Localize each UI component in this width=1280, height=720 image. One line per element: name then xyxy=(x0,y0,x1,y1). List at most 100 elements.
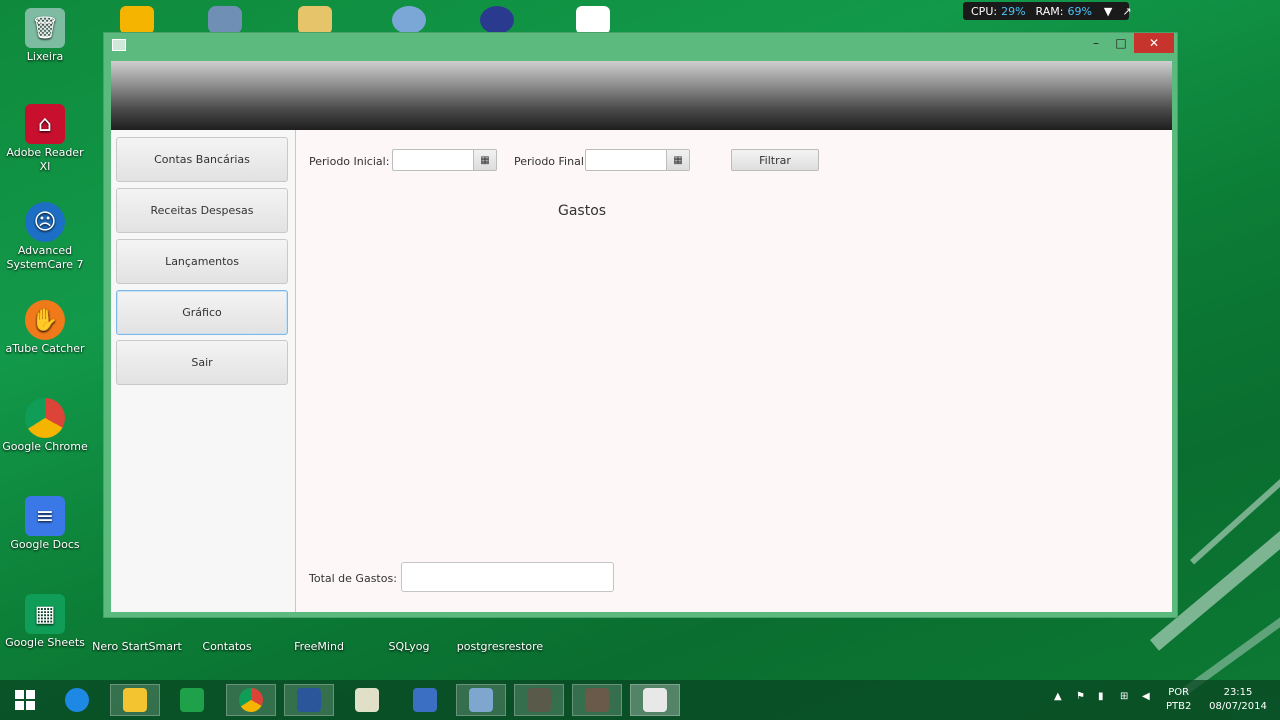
clock[interactable]: 23:15 08/07/2014 xyxy=(1206,686,1270,714)
hand-icon: ✋ xyxy=(25,300,65,340)
desktop-icon-label: Google Chrome xyxy=(2,440,88,453)
start-date-input[interactable] xyxy=(393,150,475,170)
taskbar-ie[interactable] xyxy=(52,684,102,716)
calendar-icon[interactable]: ▦ xyxy=(666,150,689,170)
sidebar-item-contas-bancarias[interactable]: Contas Bancárias xyxy=(116,137,288,182)
filter-button[interactable]: Filtrar xyxy=(731,149,819,171)
calendar-icon[interactable]: ▦ xyxy=(473,150,496,170)
folder-icon[interactable] xyxy=(120,6,154,34)
end-date-picker[interactable]: ▦ xyxy=(585,149,690,171)
sidebar-item-grafico[interactable]: Gráfico xyxy=(116,290,288,335)
desktop-icon-label: aTube Catcher xyxy=(5,342,85,355)
power-icon[interactable] xyxy=(480,6,514,34)
language-indicator[interactable]: POR PTB2 xyxy=(1166,686,1191,714)
end-date-label: Periodo Final: xyxy=(514,155,588,168)
desktop-icon-postgresrestore[interactable]: postgresrestore xyxy=(455,640,545,654)
pdf-icon: ⌂ xyxy=(25,104,65,144)
minimize-button[interactable]: – xyxy=(1082,33,1110,53)
notepad-icon xyxy=(355,688,379,712)
file-explorer-icon xyxy=(123,688,147,712)
desktop-icon-advanced-systemcare[interactable]: ☹ Advanced SystemCare 7 xyxy=(0,202,90,272)
java-icon xyxy=(643,688,667,712)
end-date-input[interactable] xyxy=(586,150,668,170)
desktop-icon-label: Adobe Reader XI xyxy=(6,146,84,173)
desktop-icon-label: SQLyog xyxy=(388,640,430,653)
keyboard-layout: PTB2 xyxy=(1166,701,1192,712)
chart-area xyxy=(309,230,1159,550)
desktop-icon-contatos[interactable]: Contatos xyxy=(182,640,272,654)
taskbar-word[interactable] xyxy=(284,684,334,716)
start-date-picker[interactable]: ▦ xyxy=(392,149,497,171)
desktop-icon-label: Google Docs xyxy=(10,538,80,551)
app-window: – □ ✕ Contas Bancárias Receitas Despesas… xyxy=(103,32,1178,618)
start-button[interactable] xyxy=(0,684,50,716)
network-icon[interactable]: ⊞ xyxy=(1120,690,1128,704)
desktop-icon-google-chrome[interactable]: Google Chrome xyxy=(0,398,90,454)
chrome-icon xyxy=(239,688,263,712)
cpu-label: CPU: xyxy=(971,4,998,18)
media-icon[interactable] xyxy=(298,6,332,34)
taskbar-chrome[interactable] xyxy=(226,684,276,716)
battery-icon[interactable]: ▮ xyxy=(1098,690,1104,704)
dropdown-icon[interactable]: ▼ xyxy=(1104,5,1112,18)
ram-value: 69% xyxy=(1067,4,1092,18)
sidebar-item-lancamentos[interactable]: Lançamentos xyxy=(116,239,288,284)
language-code: POR xyxy=(1168,687,1190,698)
header-banner xyxy=(111,61,1172,130)
taskbar-virtualbox[interactable] xyxy=(456,684,506,716)
sheets-icon: ▦ xyxy=(25,594,65,634)
cpu-ram-meter: CPU: 29% RAM: 69% ▼ ↗ xyxy=(963,2,1132,20)
file-icon[interactable] xyxy=(576,6,610,34)
total-gastos-field[interactable] xyxy=(401,562,614,592)
taskbar-java[interactable] xyxy=(630,684,680,716)
windows-logo-icon xyxy=(15,690,35,710)
taskbar: ▲ ⚑ ▮ ⊞ ◀ POR PTB2 23:15 08/07/2014 xyxy=(0,680,1280,720)
virtualbox-icon xyxy=(469,688,493,712)
taskbar-app1[interactable] xyxy=(514,684,564,716)
sidebar-item-sair[interactable]: Sair xyxy=(116,340,288,385)
desktop-icon-label: postgresrestore xyxy=(456,640,544,653)
taskbar-store[interactable] xyxy=(167,684,217,716)
close-button[interactable]: ✕ xyxy=(1134,33,1174,53)
desktop-icon-label: Google Sheets xyxy=(5,636,85,649)
expand-icon[interactable]: ↗ xyxy=(1122,5,1131,18)
flag-icon[interactable]: ⚑ xyxy=(1076,690,1085,704)
chrome-icon xyxy=(25,398,65,438)
clock-time: 23:15 xyxy=(1223,687,1253,698)
show-hidden-icons[interactable]: ▲ xyxy=(1054,690,1062,704)
github-icon[interactable] xyxy=(392,6,426,34)
desktop-icon-nero[interactable]: Nero StartSmart xyxy=(92,640,182,654)
desktop-icon-label: FreeMind xyxy=(294,640,344,653)
desktop-icon-label: Nero StartSmart xyxy=(92,640,182,653)
volume-icon[interactable]: ◀ xyxy=(1142,690,1150,704)
title-bar[interactable]: – □ ✕ xyxy=(104,33,1177,55)
taskbar-explorer[interactable] xyxy=(110,684,160,716)
desktop-icon-label: Advanced SystemCare 7 xyxy=(6,244,84,271)
desktop-icon-sqlyog[interactable]: SQLyog xyxy=(364,640,454,654)
desktop-icon-lixeira[interactable]: 🗑 Lixeira xyxy=(0,8,90,64)
clock-date: 08/07/2014 xyxy=(1209,701,1267,712)
store-icon xyxy=(180,688,204,712)
desktop-icon-google-sheets[interactable]: ▦ Google Sheets xyxy=(0,594,90,650)
desktop-icon-google-docs[interactable]: ≡ Google Docs xyxy=(0,496,90,552)
start-date-label: Periodo Inicial: xyxy=(309,155,390,168)
desktop-icon-freemind[interactable]: FreeMind xyxy=(274,640,364,654)
main-panel: Periodo Inicial: ▦ Periodo Final: ▦ Filt… xyxy=(296,130,1172,612)
ram-label: RAM: xyxy=(1035,4,1064,18)
app-icon xyxy=(585,688,609,712)
docs-icon: ≡ xyxy=(25,496,65,536)
word-icon xyxy=(297,688,321,712)
sidebar: Contas Bancárias Receitas Despesas Lança… xyxy=(111,130,296,612)
recycle-bin-icon: 🗑 xyxy=(25,8,65,48)
virtualbox-icon[interactable] xyxy=(208,6,242,34)
taskbar-app2[interactable] xyxy=(572,684,622,716)
desktop-icon-atube-catcher[interactable]: ✋ aTube Catcher xyxy=(0,300,90,356)
taskbar-notepad[interactable] xyxy=(342,684,392,716)
taskbar-remote[interactable] xyxy=(400,684,450,716)
total-gastos-label: Total de Gastos: xyxy=(309,572,397,585)
maximize-button[interactable]: □ xyxy=(1107,33,1135,53)
sidebar-item-receitas-despesas[interactable]: Receitas Despesas xyxy=(116,188,288,233)
desktop-icon-adobe-reader[interactable]: ⌂ Adobe Reader XI xyxy=(0,104,90,174)
desktop-icon-label: Contatos xyxy=(202,640,252,653)
app-icon xyxy=(527,688,551,712)
